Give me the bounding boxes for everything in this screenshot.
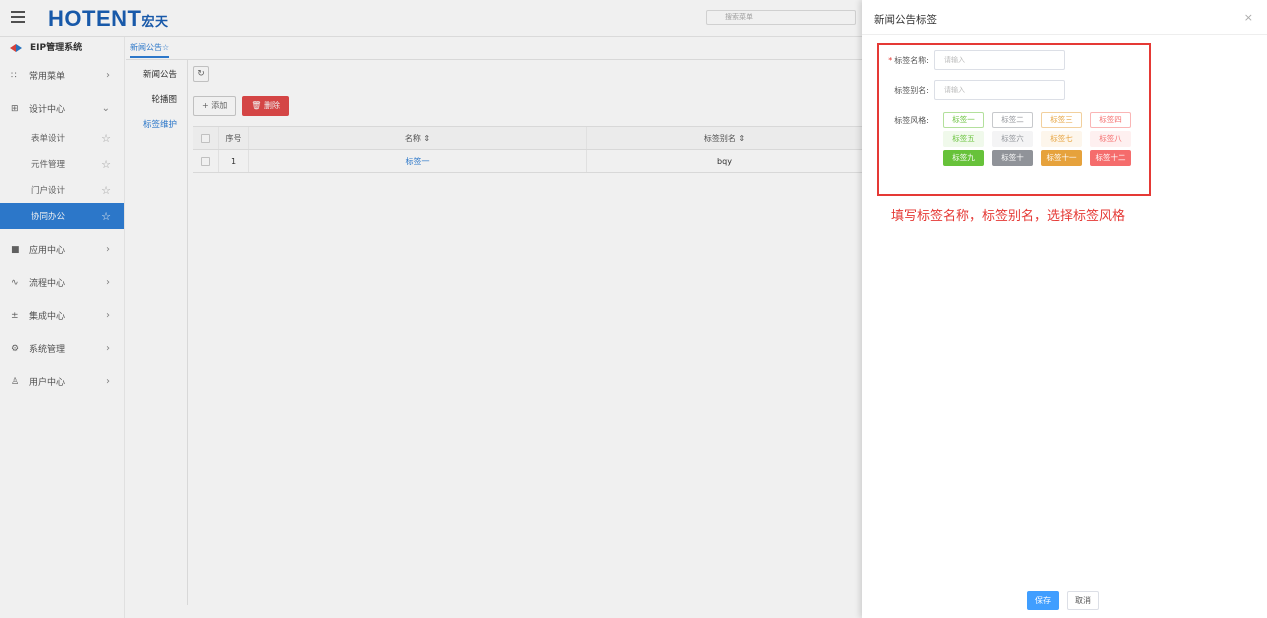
tag-form: * 标签名称: 请输入 标签别名: 请输入 标签风格: 标签一 标签二 标签三 标签四标… (877, 43, 1151, 196)
drawer-divider (862, 34, 1267, 35)
name-row: * 标签名称: 请输入 (879, 50, 1149, 70)
tag-style-option[interactable]: 标签四 (1090, 112, 1131, 128)
tag-style-option[interactable]: 标签五 (943, 131, 984, 147)
alias-row: 标签别名: 请输入 (879, 80, 1149, 100)
close-icon[interactable]: × (1244, 11, 1253, 24)
drawer-title: 新闻公告标签 (874, 14, 937, 26)
tag-style-option[interactable]: 标签十一 (1041, 150, 1082, 166)
tag-style-option[interactable]: 标签三 (1041, 112, 1082, 128)
save-button[interactable]: 保存 (1027, 591, 1059, 610)
tag-style-option[interactable]: 标签八 (1090, 131, 1131, 147)
name-label: * 标签名称: (888, 55, 929, 65)
drawer-footer: 保存 取消 (1027, 591, 1099, 610)
tag-alias-input[interactable]: 请输入 (934, 80, 1065, 100)
style-label: 标签风格: (894, 116, 929, 125)
alias-label: 标签别名: (894, 85, 929, 95)
instruction-annotation: 填写标签名称，标签别名，选择标签风格 (891, 209, 1126, 224)
tag-style-option[interactable]: 标签六 (992, 131, 1033, 147)
modal-overlay[interactable] (0, 0, 862, 618)
tag-style-option[interactable]: 标签十 (992, 150, 1033, 166)
tag-name-input[interactable]: 请输入 (934, 50, 1065, 70)
tag-style-option[interactable]: 标签二 (992, 112, 1033, 128)
tag-style-option[interactable]: 标签十二 (1090, 150, 1131, 166)
tag-drawer: 新闻公告标签 × * 标签名称: 请输入 标签别名: 请输入 标签风格: 标签一标… (862, 0, 1267, 618)
tag-style-option[interactable]: 标签一 (943, 112, 984, 128)
cancel-button[interactable]: 取消 (1067, 591, 1099, 610)
tag-style-option[interactable]: 标签七 (1041, 131, 1082, 147)
tag-style-option[interactable]: 标签九 (943, 150, 984, 166)
